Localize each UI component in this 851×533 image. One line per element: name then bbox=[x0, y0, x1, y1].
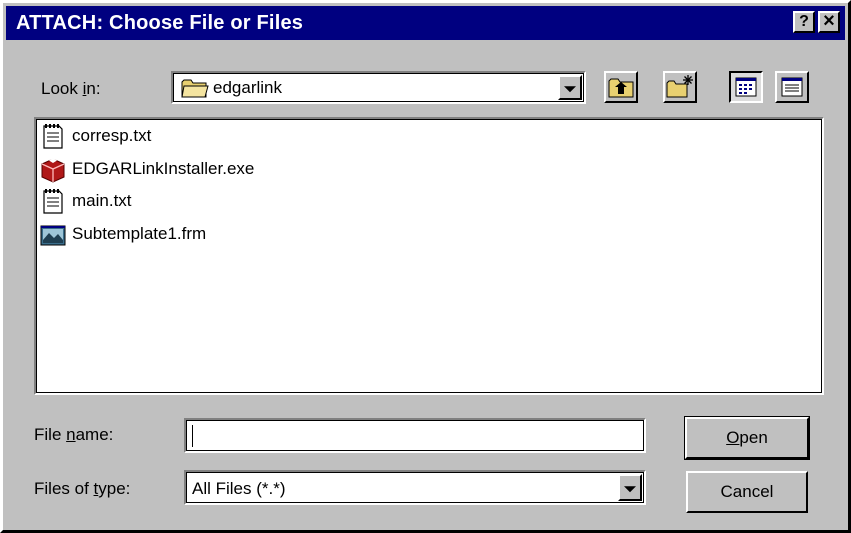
file-name-field[interactable] bbox=[184, 418, 646, 453]
open-button[interactable]: Open bbox=[684, 416, 810, 460]
title-bar[interactable]: ATTACH: Choose File or Files ? × bbox=[6, 6, 845, 40]
file-type-value: All Files (*.*) bbox=[192, 479, 286, 498]
look-in-dropdown-button[interactable] bbox=[558, 75, 582, 100]
close-button[interactable]: × bbox=[818, 11, 840, 33]
folder-up-icon bbox=[608, 78, 634, 98]
file-name-label: corresp.txt bbox=[72, 126, 152, 145]
open-button-label: Open bbox=[726, 428, 768, 447]
new-folder-icon bbox=[666, 75, 693, 98]
attach-dialog: ATTACH: Choose File or Files ? × Look in… bbox=[0, 0, 851, 533]
chevron-down-icon bbox=[624, 485, 636, 492]
text-file-icon bbox=[43, 189, 63, 214]
list-view-icon bbox=[735, 77, 757, 97]
window-title: ATTACH: Choose File or Files bbox=[16, 12, 304, 34]
cancel-button-label: Cancel bbox=[720, 482, 774, 501]
create-new-folder-button[interactable] bbox=[663, 71, 697, 103]
cancel-button[interactable]: Cancel bbox=[686, 471, 808, 513]
details-view-button[interactable] bbox=[775, 71, 809, 103]
file-type-combo[interactable]: All Files (*.*) bbox=[184, 470, 646, 505]
file-name-field-label: File name: bbox=[34, 425, 114, 444]
file-type-dropdown-button[interactable] bbox=[618, 474, 642, 501]
list-view-button[interactable] bbox=[729, 71, 763, 103]
text-file-icon bbox=[43, 124, 63, 149]
up-one-level-button[interactable] bbox=[604, 71, 638, 103]
file-list[interactable]: corresp.txt EDGARLinkInstaller.exe main.… bbox=[34, 117, 824, 395]
details-view-icon bbox=[781, 77, 803, 97]
installer-package-icon bbox=[41, 158, 65, 183]
look-in-label: Look in: bbox=[41, 79, 101, 98]
file-name-label: main.txt bbox=[72, 191, 132, 210]
help-button[interactable]: ? bbox=[793, 11, 815, 33]
file-name-label: EDGARLinkInstaller.exe bbox=[72, 159, 255, 178]
form-file-icon bbox=[40, 225, 66, 246]
close-icon: × bbox=[823, 10, 835, 32]
folder-icon bbox=[181, 79, 209, 98]
file-type-field-label: Files of type: bbox=[34, 479, 131, 498]
look-in-combo[interactable]: edgarlink bbox=[171, 71, 586, 104]
text-caret bbox=[192, 425, 193, 447]
help-icon: ? bbox=[799, 13, 809, 30]
look-in-value: edgarlink bbox=[213, 78, 282, 97]
file-name-label: Subtemplate1.frm bbox=[72, 224, 207, 243]
chevron-down-icon bbox=[564, 85, 576, 92]
